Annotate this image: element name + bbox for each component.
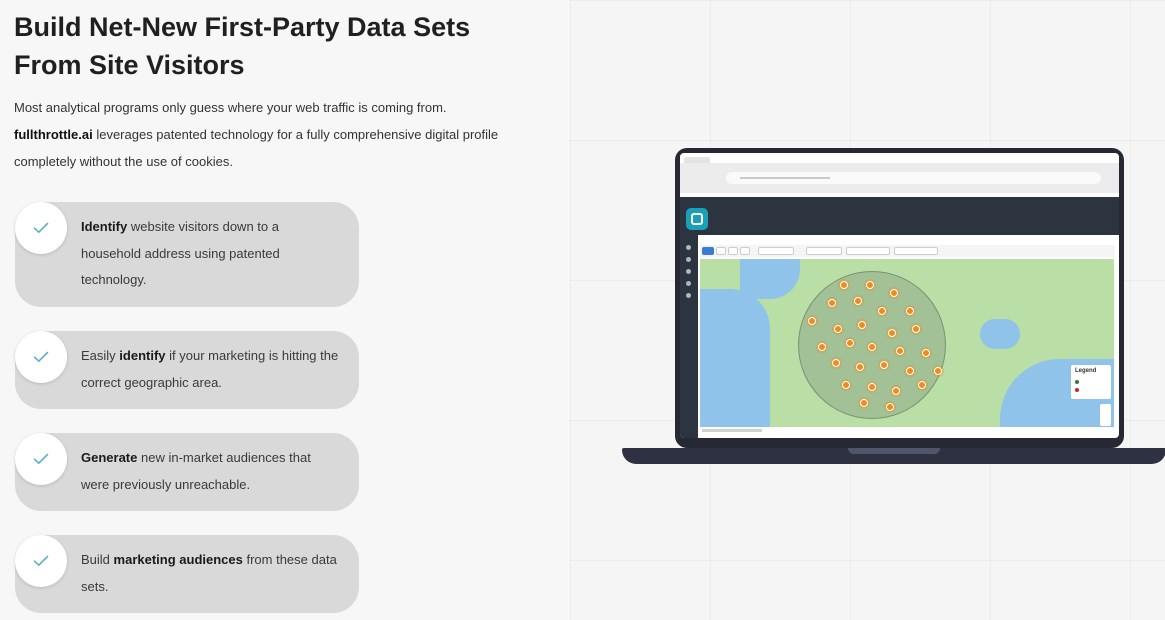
- visitor-pin: [892, 387, 900, 395]
- visitor-pin: [834, 325, 842, 333]
- map-status-text: [702, 429, 762, 432]
- nav-icon: [686, 269, 691, 274]
- lake: [700, 289, 770, 427]
- lake: [980, 319, 1020, 349]
- visitor-pin: [828, 299, 836, 307]
- nav-icon: [686, 281, 691, 286]
- visitor-pin: [890, 289, 898, 297]
- visitor-pin: [818, 343, 826, 351]
- map-legend: Legend: [1071, 365, 1111, 399]
- brand-name: fullthrottle.ai: [14, 127, 93, 142]
- intro-line-1: Most analytical programs only guess wher…: [14, 100, 447, 115]
- check-icon: [15, 433, 67, 485]
- visitor-pin: [866, 281, 874, 289]
- map-zoom-control: [1100, 404, 1111, 426]
- visitor-pin: [856, 363, 864, 371]
- visitor-pin: [846, 339, 854, 347]
- check-icon: [15, 331, 67, 383]
- visitor-pin: [808, 317, 816, 325]
- feature-card-geographic-area: Easily identify if your marketing is hit…: [15, 331, 359, 409]
- date-field: [758, 247, 794, 255]
- feature-text: Build marketing audiences from these dat…: [81, 552, 337, 594]
- visitor-pin: [934, 367, 942, 375]
- feature-text: Generate new in-market audiences that we…: [81, 450, 311, 492]
- app-header: [680, 197, 1119, 235]
- feature-card-marketing-audiences: Build marketing audiences from these dat…: [15, 535, 359, 613]
- page-title: Build Net-New First-Party Data Sets From…: [14, 8, 574, 84]
- visitor-pin: [868, 383, 876, 391]
- filter-tab: [728, 247, 738, 255]
- visitor-pin: [858, 321, 866, 329]
- side-nav: [680, 235, 698, 438]
- laptop-notch: [848, 448, 940, 454]
- select-field: [846, 247, 890, 255]
- visitor-pin: [906, 307, 914, 315]
- visitor-pin: [868, 343, 876, 351]
- title-line-2: From Site Visitors: [14, 50, 245, 80]
- visitor-pin: [896, 347, 904, 355]
- visitor-pin: [906, 367, 914, 375]
- feature-text: Easily identify if your marketing is hit…: [81, 348, 339, 390]
- lake: [740, 259, 800, 299]
- intro-line-2: leverages patented technology for a full…: [92, 127, 499, 142]
- visitor-pin: [886, 403, 894, 411]
- visitor-pin: [880, 361, 888, 369]
- intro-line-3: completely without the use of cookies.: [14, 154, 233, 169]
- intro-paragraph: Most analytical programs only guess wher…: [14, 94, 574, 175]
- visitor-pin: [918, 381, 926, 389]
- nav-icon: [686, 257, 691, 262]
- visitor-pin: [854, 297, 862, 305]
- legend-marker: [1075, 388, 1079, 392]
- legend-title: Legend: [1075, 368, 1097, 374]
- address-text-placeholder: [740, 177, 830, 179]
- filter-tab: [740, 247, 750, 255]
- visitor-pin: [878, 307, 886, 315]
- visitor-pin: [912, 325, 920, 333]
- feature-card-generate-audiences: Generate new in-market audiences that we…: [15, 433, 359, 511]
- select-field: [894, 247, 938, 255]
- filter-tab: [702, 247, 714, 255]
- feature-card-identify-visitors: Identify website visitors down to a hous…: [15, 202, 359, 307]
- visitor-pin: [888, 329, 896, 337]
- legend-marker: [1075, 380, 1079, 384]
- check-icon: [15, 535, 67, 587]
- title-line-1: Build Net-New First-Party Data Sets: [14, 12, 471, 42]
- check-icon: [15, 202, 67, 254]
- laptop-lid: Legend: [675, 148, 1124, 448]
- date-field: [806, 247, 842, 255]
- visitor-pin: [842, 381, 850, 389]
- visitor-pin: [840, 281, 848, 289]
- laptop-illustration: Legend: [622, 148, 1165, 468]
- nav-icon: [686, 293, 691, 298]
- feature-text: Identify website visitors down to a hous…: [81, 219, 280, 287]
- visitor-map: Legend: [700, 259, 1114, 427]
- visitor-pin: [860, 399, 868, 407]
- nav-icon: [686, 245, 691, 250]
- visitor-pin: [922, 349, 930, 357]
- visitor-pin: [832, 359, 840, 367]
- laptop-screen: Legend: [680, 153, 1119, 438]
- fullthrottle-logo-icon: [686, 208, 708, 230]
- filter-tab: [716, 247, 726, 255]
